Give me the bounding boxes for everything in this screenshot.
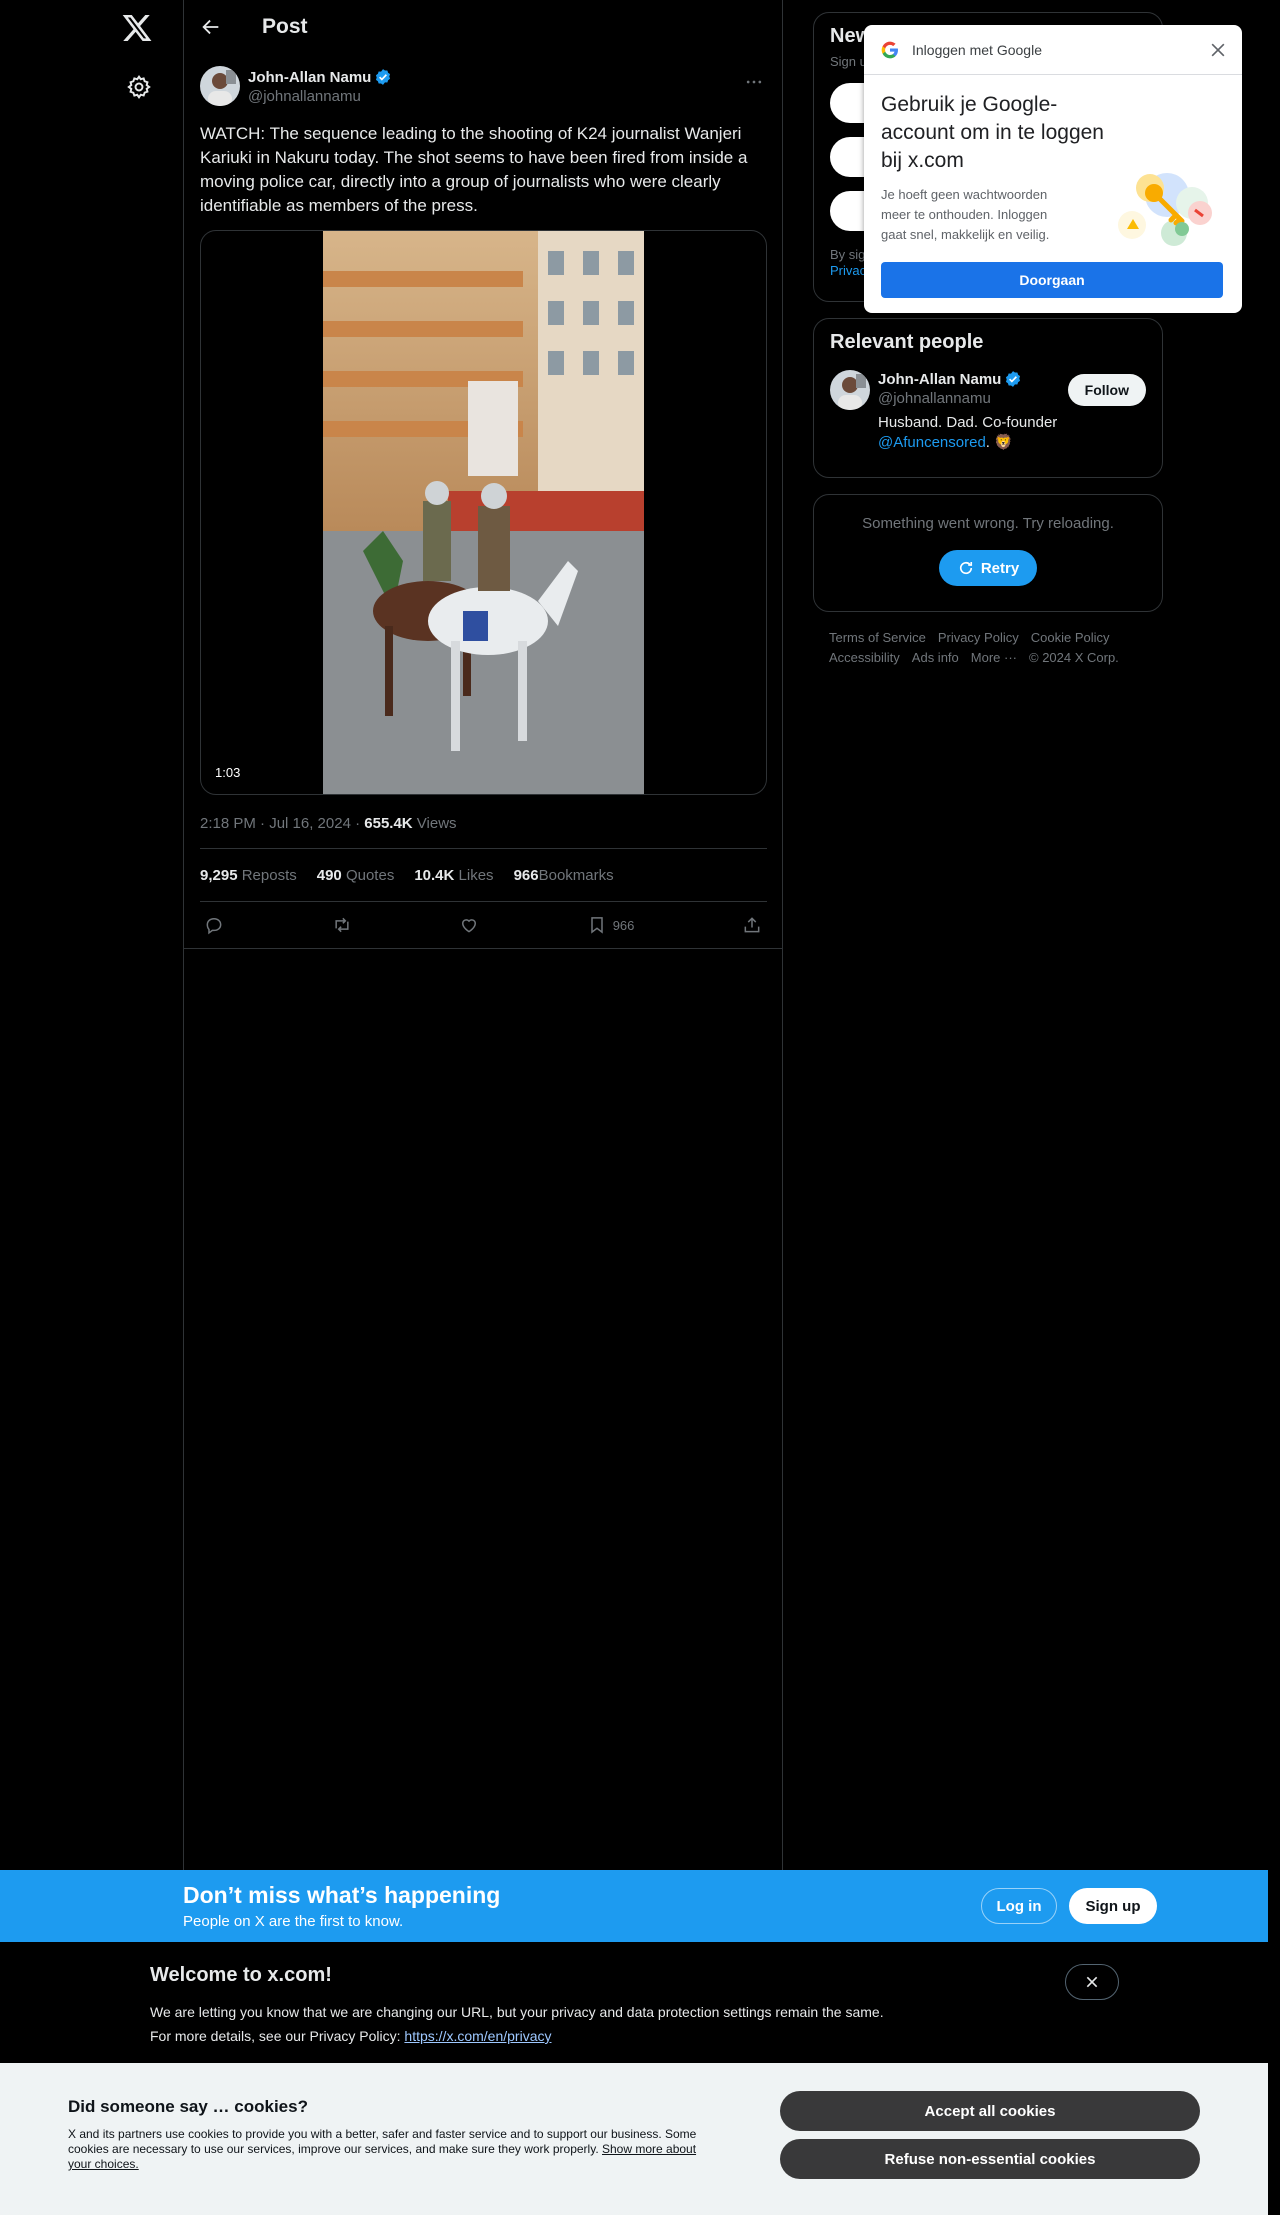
tweet-stats: 9,295 Reposts 490 Quotes 10.4K Likes 966… xyxy=(200,849,766,901)
verified-icon xyxy=(376,69,391,85)
divider xyxy=(183,948,783,949)
views-label: Views xyxy=(412,815,457,832)
avatar[interactable] xyxy=(200,66,240,106)
cookie-banner: Did someone say … cookies? X and its par… xyxy=(0,2063,1268,2215)
footer-link[interactable]: Ads info xyxy=(912,648,959,668)
reply-icon xyxy=(206,917,222,935)
avatar[interactable] xyxy=(830,370,870,410)
stat-bookmarks[interactable]: 966Bookmarks xyxy=(514,867,614,884)
login-button[interactable]: Log in xyxy=(981,1888,1057,1924)
relevant-people-title: Relevant people xyxy=(830,331,984,353)
author-name-link[interactable]: John-Allan Namu xyxy=(248,68,392,86)
google-signin-popup: Inloggen met Google Gebruik je Google-ac… xyxy=(864,25,1242,313)
stat-likes[interactable]: 10.4K Likes xyxy=(414,867,493,884)
repost-icon xyxy=(334,917,349,933)
google-popup-header-text: Inloggen met Google xyxy=(912,41,1042,58)
tweet: John-Allan Namu @johnallannamu WATCH: Th… xyxy=(183,54,783,949)
close-icon[interactable] xyxy=(1208,40,1228,60)
retry-icon xyxy=(959,561,972,575)
gear-icon[interactable] xyxy=(126,74,152,100)
like-icon xyxy=(462,919,477,933)
cookie-text: X and its partners use cookies to provid… xyxy=(68,2127,697,2171)
google-continue-button[interactable]: Doorgaan xyxy=(881,262,1223,298)
share-button[interactable] xyxy=(742,915,762,935)
footer-link[interactable]: Privacy Policy xyxy=(938,628,1019,648)
tweet-meta: 2:18 PM · Jul 16, 2024 · 655.4K Views xyxy=(200,815,766,832)
welcome-text: We are letting you know that we are chan… xyxy=(150,2004,884,2044)
error-card: Something went wrong. Try reloading. Ret… xyxy=(813,494,1163,612)
footer-link[interactable]: Terms of Service xyxy=(829,628,926,648)
cookie-title: Did someone say … cookies? xyxy=(68,2097,308,2116)
welcome-title: Welcome to x.com! xyxy=(150,1964,332,1986)
views-count: 655.4K xyxy=(364,815,413,832)
copyright: © 2024 X Corp. xyxy=(1029,650,1119,665)
error-message: Something went wrong. Try reloading. xyxy=(862,515,1114,532)
keys-illustration xyxy=(1118,173,1212,246)
tweet-actions: 966 xyxy=(200,902,766,948)
person-name[interactable]: John-Allan Namu xyxy=(878,371,1001,388)
tweet-time[interactable]: 2:18 PM · Jul 16, 2024 · xyxy=(200,815,364,832)
accept-cookies-button[interactable]: Accept all cookies xyxy=(780,2091,1200,2131)
signup-button[interactable]: Sign up xyxy=(1069,1888,1157,1924)
footer-link[interactable]: More ··· xyxy=(971,648,1017,668)
follow-button[interactable]: Follow xyxy=(1067,374,1146,406)
like-button[interactable] xyxy=(459,915,479,935)
stat-reposts[interactable]: 9,295 Reposts xyxy=(200,867,297,884)
relevant-people-card: Relevant people John-Allan Namu @johnall… xyxy=(813,318,1163,478)
person-item[interactable]: John-Allan Namu @johnallannamu Husband. … xyxy=(830,370,1146,453)
repost-button[interactable] xyxy=(332,915,352,935)
video-thumbnail[interactable] xyxy=(323,231,644,795)
bookmark-button[interactable]: 966 xyxy=(587,915,635,935)
retry-button[interactable]: Retry xyxy=(938,550,1038,586)
welcome-close-button[interactable] xyxy=(1065,1964,1119,2000)
x-logo-icon[interactable] xyxy=(121,12,153,44)
left-nav xyxy=(0,0,183,1870)
reply-button[interactable] xyxy=(204,915,224,935)
bookmark-count: 966 xyxy=(612,917,635,933)
welcome-notice: Welcome to x.com! We are letting you kno… xyxy=(0,1942,1268,2062)
page-title: Post xyxy=(262,15,308,38)
footer-link[interactable]: Accessibility xyxy=(829,648,900,668)
bio-mention-link[interactable]: @Afuncensored xyxy=(878,434,986,451)
banner-subtitle: People on X are the first to know. xyxy=(183,1913,404,1930)
footer-links: Terms of Service Privacy Policy Cookie P… xyxy=(829,628,1159,668)
google-popup-header: Inloggen met Google xyxy=(864,25,1242,75)
stat-quotes[interactable]: 490 Quotes xyxy=(317,867,395,884)
main-column: Post John-Allan Namu @johnallannamu WATC… xyxy=(183,0,783,1870)
bookmark-icon xyxy=(590,917,603,934)
video-duration: 1:03 xyxy=(209,763,247,782)
post-header: Post xyxy=(184,0,782,54)
verified-icon xyxy=(1006,371,1021,387)
google-logo-icon xyxy=(881,41,898,58)
person-bio: Husband. Dad. Co-founder @Afuncensored. … xyxy=(878,414,1058,451)
person-handle[interactable]: @johnallannamu xyxy=(878,390,1057,407)
video-player[interactable]: 1:03 xyxy=(200,230,767,795)
tweet-text: WATCH: The sequence leading to the shoot… xyxy=(200,124,748,215)
author-name[interactable]: John-Allan Namu xyxy=(248,69,371,86)
share-icon xyxy=(744,917,760,933)
privacy-policy-link[interactable]: https://x.com/en/privacy xyxy=(404,2028,551,2044)
google-popup-body: Je hoeft geen wachtwoorden meer te ontho… xyxy=(881,187,1050,242)
banner-title: Don’t miss what’s happening xyxy=(183,1882,501,1908)
refuse-cookies-button[interactable]: Refuse non-essential cookies xyxy=(780,2139,1200,2179)
dont-miss-banner: Don’t miss what’s happening People on X … xyxy=(0,1870,1268,1942)
author-handle[interactable]: @johnallannamu xyxy=(248,88,392,105)
google-popup-title: Gebruik je Google-account om in te logge… xyxy=(881,93,1104,172)
back-arrow-icon[interactable] xyxy=(200,16,222,38)
footer-link[interactable]: Cookie Policy xyxy=(1031,628,1110,648)
more-icon[interactable] xyxy=(744,72,764,92)
author-row: John-Allan Namu @johnallannamu xyxy=(200,64,766,114)
close-icon xyxy=(1086,1976,1098,1988)
